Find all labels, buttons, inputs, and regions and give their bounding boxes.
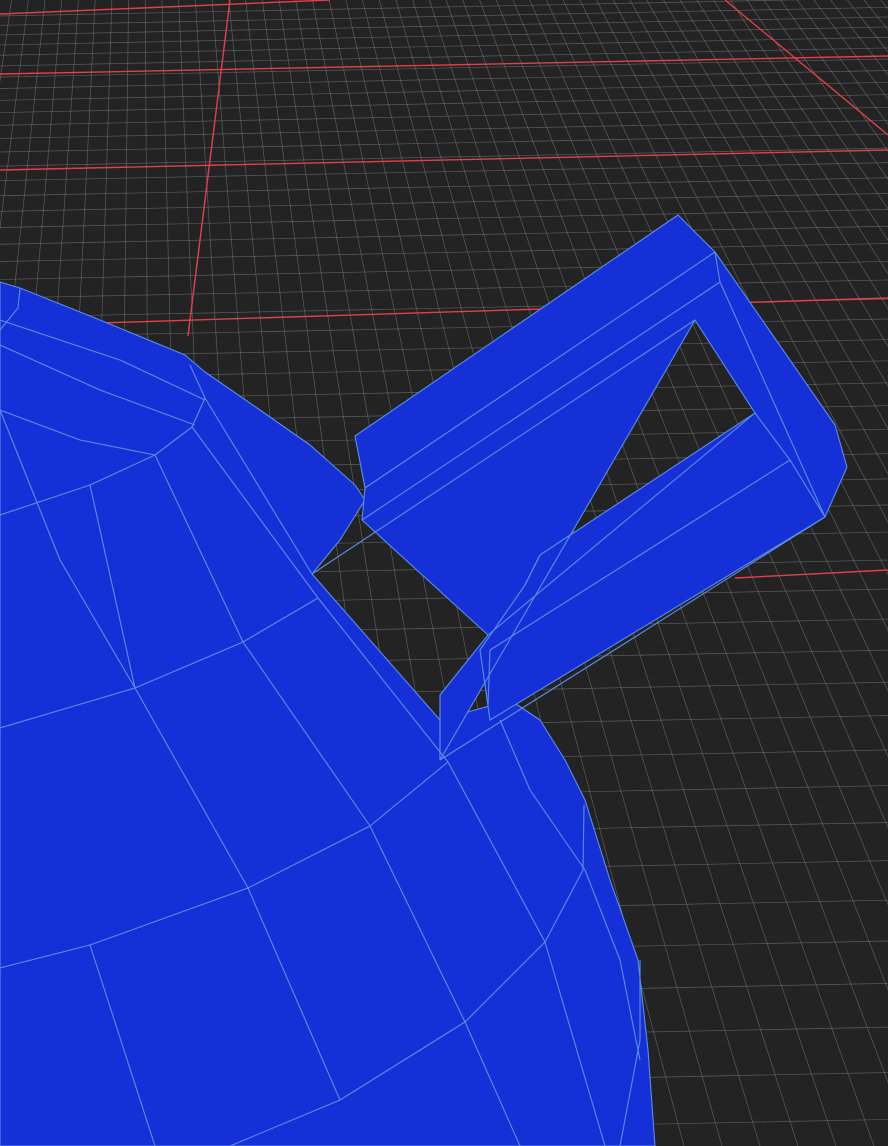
3d-viewport[interactable]: [0, 0, 888, 1146]
viewport-canvas[interactable]: [0, 0, 888, 1146]
